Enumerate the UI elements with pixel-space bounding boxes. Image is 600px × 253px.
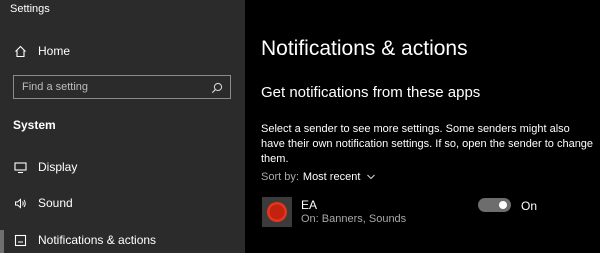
page-title: Notifications & actions (261, 37, 468, 60)
home-icon (13, 44, 27, 58)
section-heading: System (13, 118, 56, 132)
main-panel: Notifications & actions Get notification… (245, 0, 600, 253)
sidebar-item-sound[interactable]: Sound (13, 196, 73, 210)
sidebar-item-label: Sound (38, 196, 73, 210)
app-sender-row[interactable]: EA On: Banners, Sounds On (261, 197, 591, 229)
toggle-state-label: On (521, 199, 538, 213)
sidebar-item-home[interactable]: Home (13, 44, 70, 58)
speaker-icon (13, 196, 27, 210)
display-icon (13, 160, 27, 174)
sidebar-item-display[interactable]: Display (13, 160, 77, 174)
ea-logo-icon (262, 197, 292, 227)
sidebar-item-notifications[interactable]: Notifications & actions (13, 233, 156, 247)
sidebar-item-label: Notifications & actions (38, 233, 157, 247)
chevron-down-icon (366, 172, 376, 182)
sidebar-item-label: Display (38, 160, 78, 174)
sidebar: Settings Home System Display Sound Notif… (0, 0, 245, 253)
description-text: Select a sender to see more settings. So… (261, 123, 594, 165)
app-notification-detail: On: Banners, Sounds (301, 213, 407, 225)
sort-dropdown[interactable]: Sort by: Most recent (261, 171, 376, 183)
sort-value: Most recent (302, 171, 361, 183)
sort-label: Sort by: (261, 171, 299, 183)
search-box[interactable] (13, 75, 231, 99)
search-icon[interactable] (211, 81, 223, 94)
selection-indicator (0, 230, 4, 253)
search-input[interactable] (14, 76, 204, 98)
app-name: EA (301, 198, 318, 212)
sidebar-item-label: Home (38, 44, 71, 58)
notifications-icon (13, 233, 27, 247)
notifications-toggle[interactable] (478, 198, 511, 212)
window-title: Settings (10, 3, 50, 15)
section-subtitle: Get notifications from these apps (261, 84, 481, 101)
toggle-knob (499, 201, 507, 209)
